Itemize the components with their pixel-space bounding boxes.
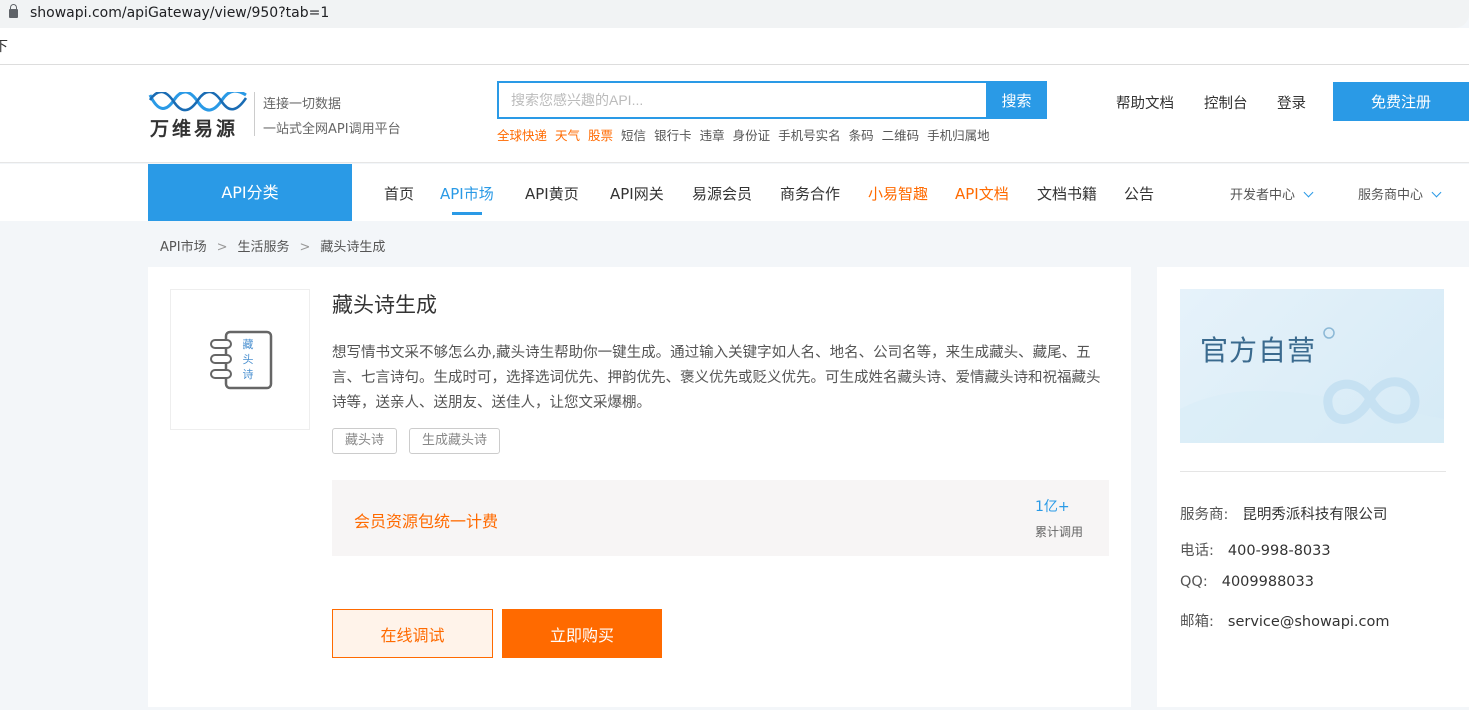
chevron-down-icon bbox=[1431, 187, 1442, 198]
nav-home[interactable]: 首页 bbox=[384, 183, 414, 204]
phone-value: 400-998-8033 bbox=[1227, 543, 1331, 559]
qq-label: QQ: bbox=[1180, 574, 1208, 590]
hot-keyword[interactable]: 手机号实名 bbox=[778, 128, 841, 143]
product-thumbnail: 藏 头 诗 bbox=[170, 289, 310, 430]
provider-email: 邮箱: service@showapi.com bbox=[1180, 610, 1390, 631]
api-category-button[interactable]: API分类 bbox=[148, 164, 352, 221]
logo-name[interactable]: 万维易源 bbox=[150, 114, 238, 141]
infinity-decoration-icon bbox=[1180, 327, 1444, 443]
nav-announcements[interactable]: 公告 bbox=[1124, 183, 1154, 204]
developer-center-label: 开发者中心 bbox=[1230, 188, 1296, 203]
email-value[interactable]: service@showapi.com bbox=[1228, 614, 1390, 630]
breadcrumb-current: 藏头诗生成 bbox=[320, 240, 386, 255]
provider-company: 服务商: 昆明秀派科技有限公司 bbox=[1180, 503, 1387, 524]
nav-business[interactable]: 商务合作 bbox=[780, 183, 840, 204]
provider-qq: QQ: 4009988033 bbox=[1180, 574, 1314, 590]
logo-divider bbox=[254, 92, 255, 136]
nav-api-gateway[interactable]: API网关 bbox=[610, 183, 664, 204]
hot-keyword[interactable]: 银行卡 bbox=[654, 128, 692, 143]
total-calls-label: 累计调用 bbox=[1035, 525, 1084, 539]
url-text[interactable]: showapi.com/apiGateway/view/950?tab=1 bbox=[30, 5, 329, 21]
buy-now-button[interactable]: 立即购买 bbox=[502, 609, 662, 658]
chevron-down-icon bbox=[1303, 187, 1314, 198]
nav-api-docs[interactable]: API文档 bbox=[955, 183, 1009, 204]
svg-text:诗: 诗 bbox=[243, 367, 254, 381]
console-link[interactable]: 控制台 bbox=[1204, 92, 1248, 113]
provider-center-menu[interactable]: 服务商中心 bbox=[1358, 184, 1442, 203]
search-input[interactable] bbox=[497, 81, 986, 119]
help-docs-link[interactable]: 帮助文档 bbox=[1116, 92, 1174, 113]
partial-glyph: 下 bbox=[0, 39, 8, 55]
tag[interactable]: 生成藏头诗 bbox=[409, 428, 501, 454]
hot-keyword[interactable]: 股票 bbox=[588, 128, 613, 143]
hot-keyword[interactable]: 天气 bbox=[555, 128, 580, 143]
hot-keyword[interactable]: 全球快递 bbox=[497, 128, 547, 143]
provider-phone: 电话: 400-998-8033 bbox=[1180, 539, 1331, 560]
email-label: 邮箱: bbox=[1180, 614, 1214, 630]
register-button[interactable]: 免费注册 bbox=[1333, 82, 1469, 121]
online-debug-button[interactable]: 在线调试 bbox=[332, 609, 493, 658]
lock-icon bbox=[9, 4, 18, 18]
slogan-line-2: 一站式全网API调用平台 bbox=[263, 122, 401, 137]
hot-keyword[interactable]: 短信 bbox=[621, 128, 646, 143]
company-label: 服务商: bbox=[1180, 507, 1229, 523]
breadcrumb-separator: > bbox=[299, 240, 311, 255]
active-nav-indicator bbox=[452, 212, 482, 215]
svg-text:藏: 藏 bbox=[243, 338, 254, 351]
hot-keyword[interactable]: 违章 bbox=[700, 128, 725, 143]
nav-api-market[interactable]: API市场 bbox=[440, 183, 494, 204]
hot-keywords: 全球快递 天气 股票 短信 银行卡 违章 身份证 手机号实名 条码 二维码 手机归属地 bbox=[497, 125, 998, 144]
hot-keyword[interactable]: 二维码 bbox=[882, 128, 920, 143]
hot-keyword[interactable]: 身份证 bbox=[733, 128, 771, 143]
nav-api-yellowpages[interactable]: API黄页 bbox=[525, 183, 579, 204]
breadcrumb: API市场 > 生活服务 > 藏头诗生成 bbox=[160, 236, 385, 255]
product-title: 藏头诗生成 bbox=[332, 293, 437, 317]
hot-keyword[interactable]: 手机归属地 bbox=[927, 128, 990, 143]
slogan-line-1: 连接一切数据 bbox=[263, 97, 342, 112]
login-link[interactable]: 登录 bbox=[1277, 92, 1306, 113]
qq-value: 4009988033 bbox=[1221, 574, 1314, 590]
breadcrumb-api-market[interactable]: API市场 bbox=[160, 240, 207, 255]
breadcrumb-separator: > bbox=[216, 240, 228, 255]
notebook-icon: 藏 头 诗 bbox=[210, 330, 273, 390]
developer-center-menu[interactable]: 开发者中心 bbox=[1230, 184, 1314, 203]
logo-wave-icon[interactable] bbox=[148, 92, 248, 112]
nav-books[interactable]: 文档书籍 bbox=[1037, 183, 1097, 204]
nav-xiaoyi[interactable]: 小易智趣 bbox=[868, 183, 928, 204]
price-label: 会员资源包统一计费 bbox=[354, 512, 499, 531]
phone-label: 电话: bbox=[1180, 543, 1214, 559]
tag[interactable]: 藏头诗 bbox=[332, 428, 398, 454]
search-button[interactable]: 搜索 bbox=[986, 81, 1047, 119]
total-calls: 1亿+ bbox=[1035, 499, 1070, 515]
company-value[interactable]: 昆明秀派科技有限公司 bbox=[1242, 507, 1387, 523]
divider bbox=[1180, 471, 1446, 472]
official-banner: 官方自营 bbox=[1180, 289, 1444, 443]
svg-text:头: 头 bbox=[243, 353, 254, 366]
provider-center-label: 服务商中心 bbox=[1358, 188, 1424, 203]
nav-membership[interactable]: 易源会员 bbox=[692, 183, 752, 204]
breadcrumb-life-services[interactable]: 生活服务 bbox=[237, 240, 289, 255]
browser-bookmarks-bar: 下 bbox=[0, 28, 1469, 65]
product-description: 想写情书文采不够怎么办,藏头诗生帮助你一键生成。通过输入关键字如人名、地名、公司… bbox=[332, 345, 1101, 411]
hot-keyword[interactable]: 条码 bbox=[849, 128, 874, 143]
